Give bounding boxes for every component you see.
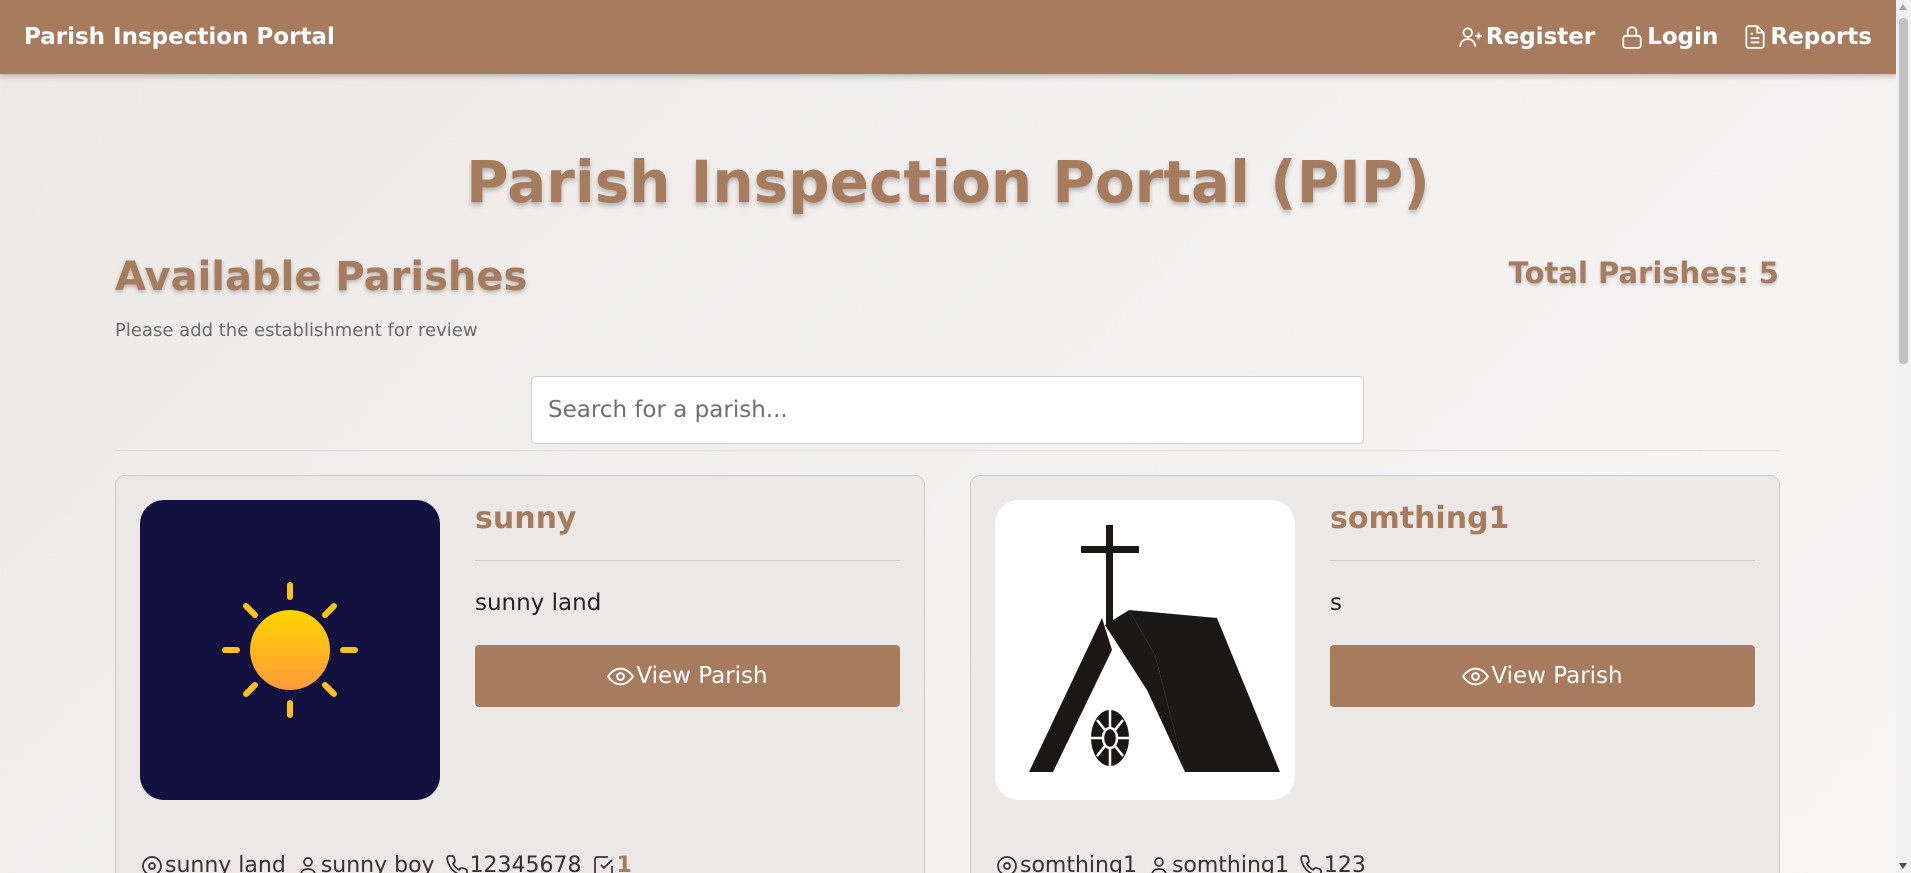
parish-name: somthing1 [1330,501,1510,536]
card-divider [1330,560,1755,561]
meta-location-text: sunny land [165,853,286,873]
parish-meta: somthing1 somthing1 123 [995,853,1366,873]
meta-contact-text: somthing1 [1171,853,1289,873]
parish-meta: sunny land sunny boy 12345678 1 [140,853,632,873]
parish-card: somthing1 s View Parish somthing1 somthi… [970,475,1780,873]
section-title: Available Parishes [115,254,528,300]
scroll-up-arrow[interactable] [1899,4,1907,10]
user-plus-icon [1459,27,1482,47]
parish-image [995,500,1295,800]
location-icon [142,855,162,873]
church-icon [995,500,1295,800]
scroll-thumb[interactable] [1899,18,1908,364]
phone-icon [445,854,468,873]
meta-phone-text: 12345678 [469,853,582,873]
meta-location-text: somthing1 [1020,853,1137,873]
view-parish-label: View Parish [636,663,768,689]
parish-image [140,500,440,800]
eye-icon [607,667,635,685]
meta-inspection-count: 1 [616,853,632,873]
view-parish-label: View Parish [1491,663,1623,689]
nav-register-label: Register [1485,24,1596,50]
card-divider [475,560,900,561]
check-square-icon [593,855,613,873]
meta-phone: 123 [1299,853,1366,873]
user-icon [1151,856,1167,873]
meta-phone: 12345678 [445,853,582,873]
view-parish-button[interactable]: View Parish [1330,645,1755,707]
meta-location: somthing1 [995,853,1137,873]
meta-contact-text: sunny boy [320,853,435,873]
divider [115,450,1780,451]
search-input[interactable] [531,376,1364,444]
lock-icon [1622,26,1642,49]
meta-contact: somthing1 [1147,853,1289,873]
user-icon [300,856,316,873]
meta-location: sunny land [140,853,286,873]
meta-contact: sunny boy [296,853,435,873]
page-scrollbar[interactable] [1896,0,1911,873]
nav-links: Register Login Reports [1458,24,1872,50]
nav-reports-label: Reports [1770,24,1872,50]
phone-icon [1300,854,1322,873]
nav-login-link[interactable]: Login [1619,24,1718,50]
meta-phone-text: 123 [1323,853,1366,873]
nav-register-link[interactable]: Register [1458,24,1595,50]
view-parish-button[interactable]: View Parish [475,645,900,707]
document-icon [1745,25,1765,49]
meta-inspections: 1 [592,853,632,873]
parish-description: sunny land [475,590,602,616]
parish-name: sunny [475,501,577,536]
section-subtitle: Please add the establishment for review [115,320,478,341]
parish-description: s [1330,590,1342,616]
brand-link[interactable]: Parish Inspection Portal [24,24,335,50]
total-parishes: Total Parishes: 5 [1508,256,1779,290]
scroll-down-arrow[interactable] [1899,863,1907,869]
nav-reports-link[interactable]: Reports [1742,24,1872,50]
parish-card: sunny sunny land View Parish sunny land … [115,475,925,873]
page-title: Parish Inspection Portal (PIP) [466,148,1430,216]
location-icon [997,855,1017,873]
eye-icon [1462,667,1490,685]
navbar: Parish Inspection Portal Register Login … [0,0,1896,74]
sun-icon [140,500,440,800]
nav-login-label: Login [1647,24,1719,50]
